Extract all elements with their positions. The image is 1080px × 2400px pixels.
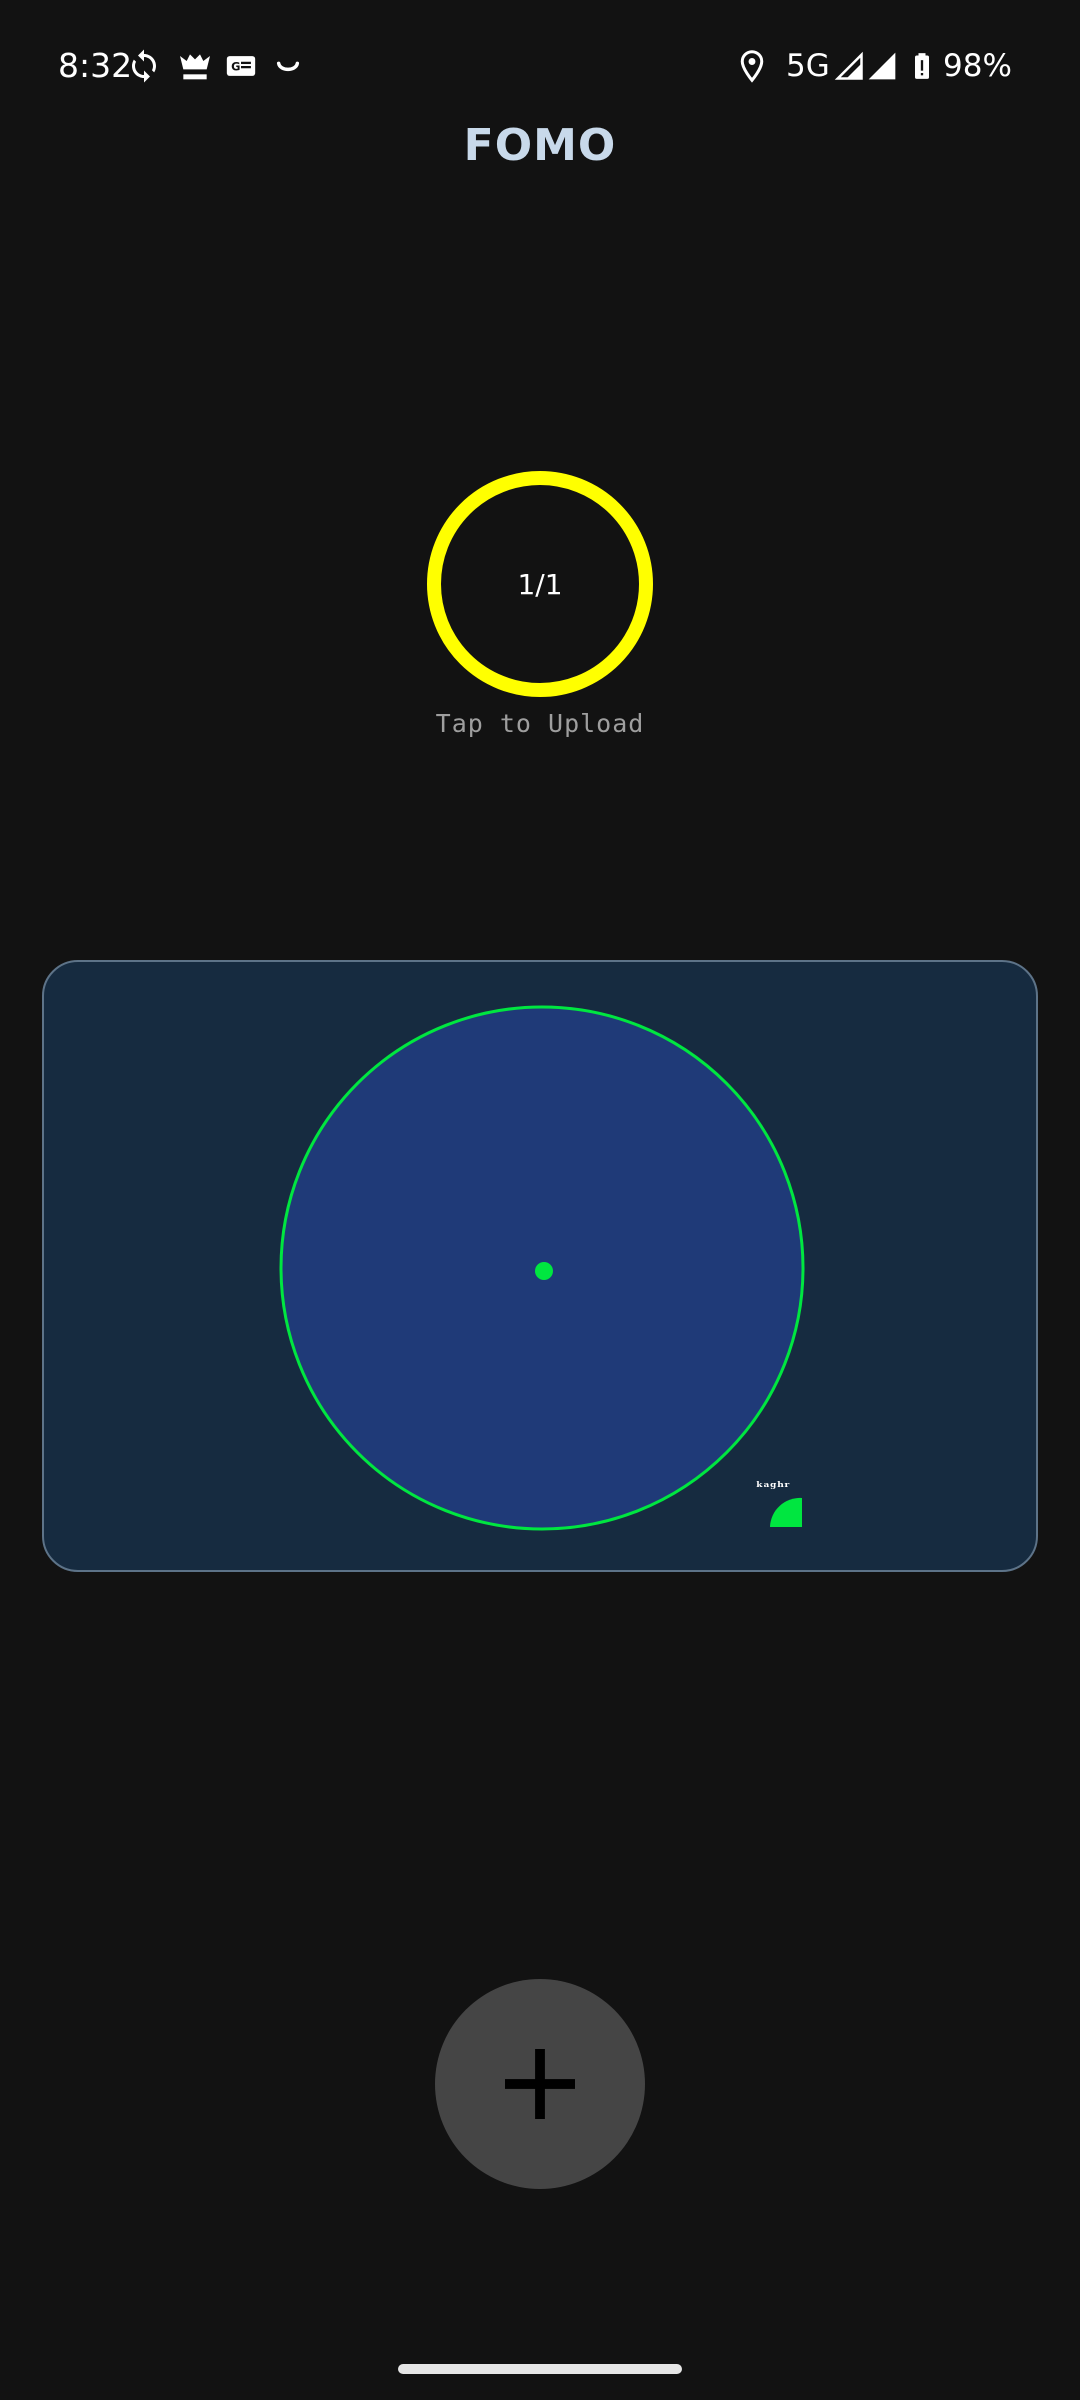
network-type: 5G (786, 48, 830, 84)
upload-progress-button[interactable]: 1/1 (427, 471, 653, 697)
gesture-nav-handle[interactable] (398, 2364, 682, 2374)
news-icon: G (224, 46, 258, 86)
map-view[interactable] (44, 962, 1038, 1572)
signal-icon (834, 46, 864, 86)
status-bar: 8:32 G 5G 98% (0, 0, 1080, 132)
fool-app-icon (174, 46, 216, 86)
upload-hint: Tap to Upload (435, 709, 645, 738)
battery-percent: 98% (943, 48, 1012, 84)
add-button[interactable] (435, 1979, 645, 2189)
battery-alert-icon (908, 46, 936, 86)
smile-icon (272, 46, 304, 86)
svg-text:G: G (231, 59, 240, 73)
corner-marker (770, 1497, 802, 1527)
location-icon (734, 46, 770, 86)
sync-icon (126, 46, 162, 86)
current-location-dot (535, 1262, 553, 1280)
page-title: FOMO (463, 120, 617, 171)
upload-count: 1/1 (517, 567, 563, 601)
map-corner-label: ᵏᵃᵍʰʳ (756, 1480, 790, 1496)
plus-icon (505, 2049, 575, 2119)
map-card[interactable]: ᵏᵃᵍʰʳ (42, 960, 1038, 1572)
signal-icon (866, 46, 898, 86)
status-time: 8:32 (58, 46, 133, 85)
